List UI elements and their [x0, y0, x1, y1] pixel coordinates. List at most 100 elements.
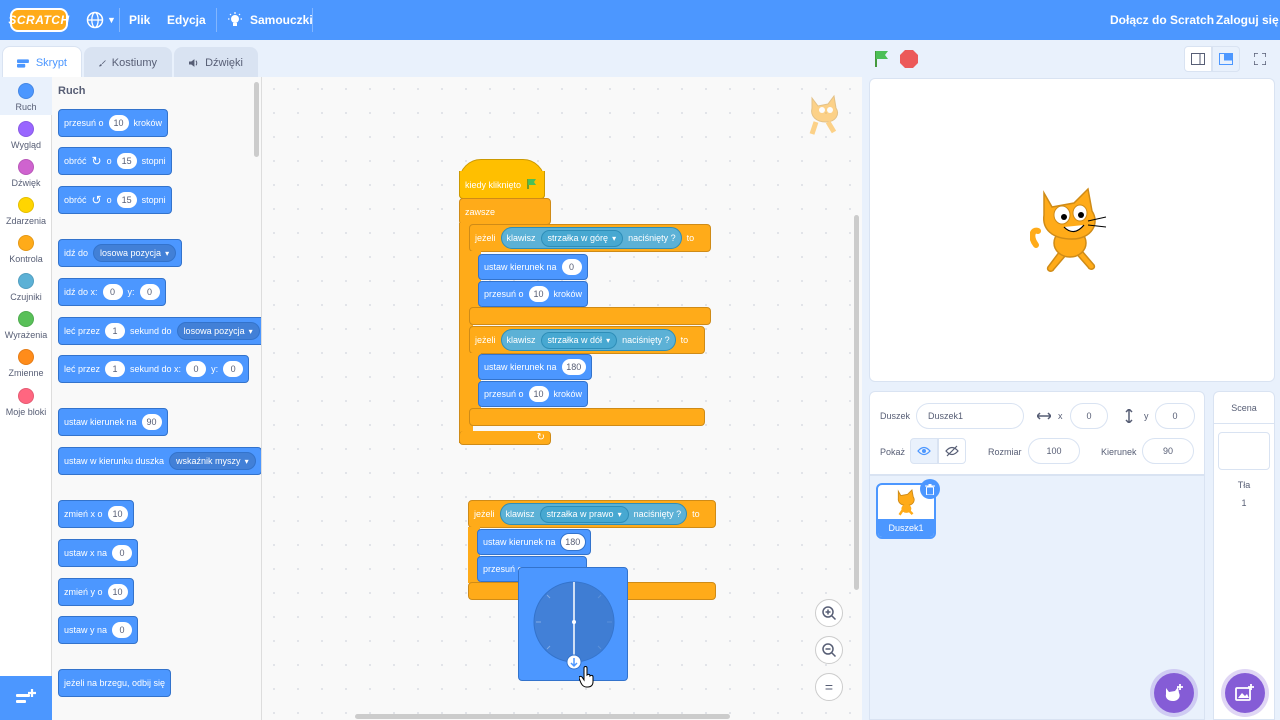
key-dropdown[interactable]: strzałka w dół	[540, 331, 618, 349]
block-move-steps[interactable]: przesuń o 10 kroków	[58, 109, 169, 137]
block-go-to-xy[interactable]: idź do x: 0 y: 0	[58, 278, 166, 306]
zoom-in-button[interactable]	[815, 599, 843, 627]
block-key-pressed[interactable]: klawisz strzałka w górę naciśnięty ?	[500, 227, 682, 249]
block-input[interactable]: 10	[107, 506, 128, 522]
cat-sprite[interactable]	[1030, 187, 1114, 275]
block-input[interactable]: 0	[223, 361, 244, 377]
block-input[interactable]: 1	[105, 361, 126, 377]
block-input[interactable]: 90	[141, 414, 162, 430]
large-stage-button[interactable]	[1212, 46, 1240, 72]
tutorials-menu[interactable]: Samouczki	[227, 0, 313, 40]
block-input[interactable]: 15	[116, 153, 137, 169]
block-input-active[interactable]: 180	[560, 534, 585, 550]
zoom-out-button[interactable]	[815, 636, 843, 664]
block-dropdown[interactable]: losowa pozycja	[176, 322, 260, 340]
category-sensing[interactable]: Czujniki	[0, 273, 52, 302]
backdrop-thumbnail[interactable]	[1218, 432, 1270, 470]
zoom-reset-button[interactable]: =	[815, 673, 843, 701]
y-input[interactable]: 0	[1155, 403, 1195, 429]
block-if-down[interactable]: jeżeli klawisz strzałka w dół naciśnięty ?…	[469, 326, 705, 354]
block-forever[interactable]: zawsze	[459, 198, 551, 225]
delete-sprite-button[interactable]	[920, 479, 940, 499]
sprite-name-input[interactable]: Duszek1	[916, 403, 1024, 429]
tab-sounds[interactable]: Dźwięki	[174, 47, 258, 77]
block-set-direction[interactable]: ustaw kierunek na 180	[478, 354, 592, 380]
add-backdrop-button[interactable]	[1225, 673, 1265, 713]
block-input[interactable]: 0	[112, 622, 133, 638]
block-move-steps[interactable]: przesuń o 10 kroków	[478, 281, 588, 307]
block-input[interactable]: 0	[102, 284, 123, 300]
x-input[interactable]: 0	[1070, 403, 1108, 429]
sign-in-link[interactable]: Zaloguj się	[1216, 0, 1279, 40]
block-set-x[interactable]: ustaw x na 0	[58, 539, 139, 567]
block-point-towards[interactable]: ustaw w kierunku duszka wskaźnik myszy	[58, 447, 261, 475]
block-if-right[interactable]: jeżeli klawisz strzałka w prawo naciśnięty…	[468, 500, 716, 528]
stage-selector[interactable]: Scena Tła 1	[1213, 391, 1275, 720]
category-looks[interactable]: Wygląd	[0, 121, 52, 150]
block-input[interactable]: 0	[561, 259, 582, 275]
category-my-blocks[interactable]: Moje bloki	[0, 388, 52, 417]
block-glide-to-xy[interactable]: leć przez 1 sekund do x: 0 y: 0	[58, 355, 250, 383]
script-horizontal-scrollbar[interactable]	[355, 714, 730, 719]
block-when-flag-clicked[interactable]: kiedy kliknięto	[459, 171, 545, 199]
small-stage-button[interactable]	[1184, 46, 1212, 72]
show-visible-button[interactable]	[910, 438, 938, 464]
block-input[interactable]: 0	[139, 284, 160, 300]
add-extension-button[interactable]	[0, 676, 52, 720]
edit-menu[interactable]: Edycja	[167, 0, 206, 40]
scratch-logo[interactable]: SCRATCH	[8, 8, 69, 32]
script-vertical-scrollbar[interactable]	[854, 215, 859, 590]
category-variables[interactable]: Zmienne	[0, 349, 52, 378]
fullscreen-button[interactable]	[1246, 46, 1274, 72]
block-turn-right[interactable]: obróć ↻ o 15 stopni	[58, 147, 172, 175]
block-set-y[interactable]: ustaw y na 0	[58, 616, 139, 644]
block-change-y[interactable]: zmień y o 10	[58, 578, 134, 606]
size-input[interactable]: 100	[1028, 438, 1080, 464]
direction-input[interactable]: 90	[1142, 438, 1194, 464]
block-input[interactable]: 1	[105, 323, 126, 339]
join-scratch-link[interactable]: Dołącz do Scratch	[1110, 0, 1214, 40]
block-input[interactable]: 15	[116, 192, 137, 208]
language-menu[interactable]: ▼	[86, 0, 116, 40]
add-sprite-button[interactable]	[1154, 673, 1194, 713]
direction-dial[interactable]	[519, 568, 629, 682]
tab-costumes[interactable]: Kostiumy	[84, 47, 172, 77]
category-motion[interactable]: Ruch	[0, 77, 52, 115]
block-set-direction[interactable]: ustaw kierunek na 180	[477, 529, 591, 555]
show-hidden-button[interactable]	[938, 438, 966, 464]
key-dropdown[interactable]: strzałka w górę	[540, 229, 624, 247]
file-menu[interactable]: Plik	[129, 0, 150, 40]
tab-code[interactable]: Skrypt	[2, 46, 82, 78]
block-input[interactable]: 0	[186, 361, 207, 377]
category-operators[interactable]: Wyrażenia	[0, 311, 52, 340]
category-control[interactable]: Kontrola	[0, 235, 52, 264]
block-set-direction[interactable]: ustaw kierunek na 0	[478, 254, 588, 280]
block-glide-to[interactable]: leć przez 1 sekund do losowa pozycja	[58, 317, 261, 345]
block-change-x[interactable]: zmień x o 10	[58, 500, 134, 528]
block-if-up[interactable]: jeżeli klawisz strzałka w górę naciśnięty …	[469, 224, 711, 252]
block-input[interactable]: 10	[108, 115, 129, 131]
block-turn-left[interactable]: obróć ↺ o 15 stopni	[58, 186, 172, 214]
green-flag-button[interactable]	[872, 49, 892, 69]
block-dropdown[interactable]: losowa pozycja	[93, 244, 177, 262]
category-sound[interactable]: Dźwięk	[0, 159, 52, 188]
stop-button[interactable]	[899, 49, 919, 69]
block-point-direction[interactable]: ustaw kierunek na 90	[58, 408, 168, 436]
block-move-steps[interactable]: przesuń o 10 kroków	[478, 381, 588, 407]
block-input[interactable]: 0	[112, 545, 133, 561]
block-go-to[interactable]: idź do losowa pozycja	[58, 239, 183, 267]
block-key-pressed[interactable]: klawisz strzałka w dół naciśnięty ?	[500, 329, 676, 351]
block-input[interactable]: 10	[528, 386, 549, 402]
block-dropdown[interactable]: wskaźnik myszy	[169, 452, 256, 470]
category-events[interactable]: Zdarzenia	[0, 197, 52, 226]
block-key-pressed[interactable]: klawisz strzałka w prawo naciśnięty ?	[499, 503, 688, 525]
block-input[interactable]: 10	[528, 286, 549, 302]
palette-scrollbar[interactable]	[254, 82, 259, 157]
direction-dial-popup[interactable]	[518, 567, 628, 681]
stage-canvas[interactable]	[869, 78, 1275, 382]
block-bounce[interactable]: jeżeli na brzegu, odbij się	[58, 669, 172, 697]
block-input[interactable]: 180	[561, 359, 586, 375]
key-dropdown[interactable]: strzałka w prawo	[539, 505, 629, 523]
sensing-dot-icon	[18, 273, 34, 289]
block-input[interactable]: 10	[107, 584, 128, 600]
